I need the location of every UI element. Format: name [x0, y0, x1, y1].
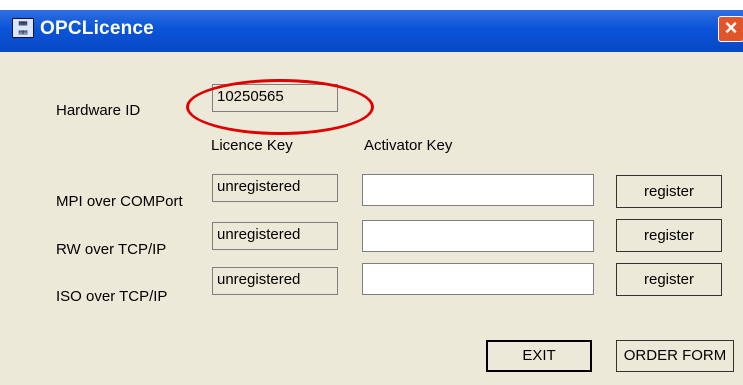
register-button-iso[interactable]: register — [616, 263, 722, 296]
licence-key-iso: unregistered — [212, 267, 338, 295]
title-bar[interactable]: ▦▦ ▤▤ OPCLicence × — [0, 10, 743, 52]
window-title: OPCLicence — [40, 18, 154, 39]
row-label-mpi: MPI over COMPort — [56, 193, 183, 210]
highlight-oval — [186, 79, 374, 135]
opclicence-window: ▦▦ ▤▤ OPCLicence × Hardware ID 10250565 L… — [0, 10, 743, 385]
licence-key-rw: unregistered — [212, 222, 338, 250]
row-label-iso: ISO over TCP/IP — [56, 288, 168, 305]
exit-button[interactable]: EXIT — [486, 340, 592, 372]
order-form-button[interactable]: ORDER FORM — [616, 340, 734, 372]
licence-key-mpi: unregistered — [212, 174, 338, 202]
register-button-mpi[interactable]: register — [616, 175, 722, 208]
activator-key-header: Activator Key — [364, 137, 453, 154]
hardware-id-label: Hardware ID — [56, 102, 141, 119]
register-button-rw[interactable]: register — [616, 219, 722, 252]
activator-key-input-mpi[interactable] — [362, 174, 594, 206]
licence-key-header: Licence Key — [211, 137, 293, 154]
app-icon: ▦▦ ▤▤ — [12, 18, 34, 38]
row-label-rw: RW over TCP/IP — [56, 241, 167, 258]
activator-key-input-rw[interactable] — [362, 220, 594, 252]
close-icon[interactable]: × — [718, 16, 743, 42]
activator-key-input-iso[interactable] — [362, 263, 594, 295]
